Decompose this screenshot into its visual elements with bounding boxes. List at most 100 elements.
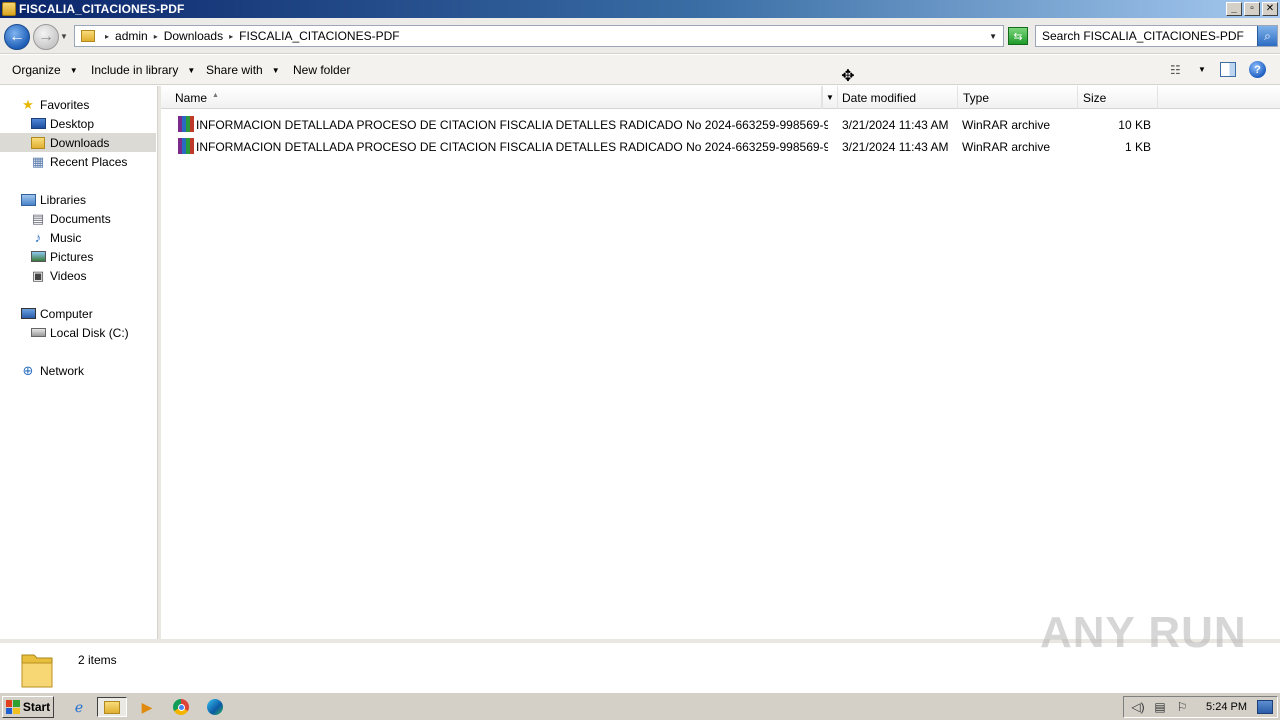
show-desktop-icon[interactable]	[1257, 700, 1273, 714]
chevron-down-icon: ▼	[69, 65, 78, 75]
network-tray-icon[interactable]: ▤	[1152, 700, 1168, 714]
internet-explorer-icon[interactable]: ℯ	[68, 697, 90, 717]
search-input[interactable]: Search FISCALIA_CITACIONES-PDF ⌕	[1035, 25, 1278, 47]
refresh-button[interactable]: ⇆	[1008, 27, 1028, 45]
file-list-pane: Name ▲ ▼ Date modified Type Size INFORMA…	[161, 86, 1280, 639]
title-bar: FISCALIA_CITACIONES-PDF _ ▫ ✕	[0, 0, 1280, 18]
nav-documents-label: Documents	[50, 211, 111, 226]
arrow-left-icon: ←	[9, 28, 25, 45]
search-icon[interactable]: ⌕	[1257, 26, 1277, 46]
nav-videos-label: Videos	[50, 268, 87, 283]
chevron-down-icon[interactable]: ▼	[1198, 65, 1206, 74]
refresh-icon: ⇆	[1013, 30, 1023, 43]
folder-icon	[81, 30, 95, 42]
nav-downloads-label: Downloads	[50, 135, 110, 150]
organize-button[interactable]: Organize ▼	[12, 63, 78, 77]
breadcrumb-admin[interactable]: admin	[115, 29, 148, 43]
help-icon[interactable]: ?	[1249, 61, 1266, 78]
chrome-icon[interactable]	[170, 697, 192, 717]
minimize-button[interactable]: _	[1226, 2, 1242, 16]
network-icon: ⊕	[22, 362, 34, 378]
action-center-flag-icon[interactable]: ⚐	[1174, 700, 1190, 714]
star-icon: ★	[22, 96, 34, 112]
column-headers: Name ▲ ▼ Date modified Type Size	[161, 86, 1280, 109]
chevron-right-icon[interactable]: ▸	[229, 32, 233, 41]
breadcrumb-downloads[interactable]: Downloads	[164, 29, 223, 43]
address-bar[interactable]: ▸ admin ▸ Downloads ▸ FISCALIA_CITACIONE…	[74, 25, 1004, 47]
chevron-down-icon: ▼	[271, 65, 280, 75]
clock[interactable]: 5:24 PM	[1206, 701, 1247, 713]
nav-desktop-label: Desktop	[50, 116, 95, 131]
anyrun-watermark: ANY RUN	[1040, 608, 1247, 657]
column-header-size[interactable]: Size	[1078, 86, 1158, 109]
nav-videos[interactable]: ▣ Videos	[30, 266, 156, 285]
volume-icon[interactable]: ◁)	[1130, 700, 1146, 714]
nav-local-disk[interactable]: Local Disk (C:)	[30, 323, 156, 342]
file-date: 3/21/2024 11:43 AM	[842, 118, 949, 132]
nav-libraries[interactable]: Libraries	[20, 190, 156, 209]
resize-cursor-icon: ✥	[841, 68, 855, 85]
music-icon: ♪	[34, 230, 42, 245]
sort-ascending-icon: ▲	[212, 92, 219, 99]
libraries-icon	[20, 192, 36, 208]
nav-desktop[interactable]: Desktop	[30, 114, 156, 133]
nav-recent-places-label: Recent Places	[50, 154, 128, 169]
forward-button[interactable]: →	[33, 24, 59, 50]
chevron-down-icon: ▼	[187, 65, 196, 75]
new-folder-button[interactable]: New folder	[293, 63, 350, 77]
nav-music-label: Music	[50, 230, 82, 245]
nav-documents[interactable]: ▤ Documents	[30, 209, 156, 228]
nav-pictures[interactable]: Pictures	[30, 247, 156, 266]
navigation-pane: ★ Favorites Desktop Downloads ▦ Recent P…	[0, 86, 158, 639]
address-row: ← → ▼ ▸ admin ▸ Downloads ▸ FISCALIA_CIT…	[0, 18, 1280, 54]
nav-computer[interactable]: Computer	[20, 304, 156, 323]
nav-downloads[interactable]: Downloads	[0, 133, 156, 152]
file-row[interactable]: INFORMACION DETALLADA PROCESO DE CITACIO…	[161, 137, 1161, 159]
media-player-icon[interactable]: ▶	[136, 697, 158, 717]
preview-pane-icon[interactable]	[1220, 62, 1236, 77]
computer-icon	[20, 306, 36, 322]
file-type: WinRAR archive	[962, 140, 1051, 154]
chevron-right-icon[interactable]: ▸	[154, 32, 158, 41]
file-size: 10 KB	[1118, 118, 1151, 132]
file-explorer-taskbar-button[interactable]	[97, 697, 127, 717]
maximize-button[interactable]: ▫	[1244, 2, 1260, 16]
winrar-archive-icon	[178, 138, 194, 154]
nav-recent-places[interactable]: ▦ Recent Places	[30, 152, 156, 171]
start-button[interactable]: Start	[2, 696, 54, 718]
item-count: 2 items	[78, 653, 117, 667]
new-folder-label: New folder	[293, 63, 351, 77]
edge-icon[interactable]	[204, 697, 226, 717]
include-in-library-label: Include in library	[91, 63, 179, 77]
nav-music[interactable]: ♪ Music	[30, 228, 156, 247]
share-with-button[interactable]: Share with ▼	[206, 63, 280, 77]
column-size-label: Size	[1083, 90, 1107, 105]
file-name: INFORMACION DETALLADA PROCESO DE CITACIO…	[196, 140, 828, 154]
recent-pages-dropdown[interactable]: ▼	[60, 32, 68, 41]
arrow-right-icon: →	[38, 28, 54, 45]
close-button[interactable]: ✕	[1262, 2, 1278, 16]
file-size: 1 KB	[1124, 140, 1151, 154]
column-header-type[interactable]: Type	[958, 86, 1078, 109]
back-button[interactable]: ←	[4, 24, 30, 50]
chevron-down-icon[interactable]: ▼	[989, 32, 997, 41]
nav-favorites[interactable]: ★ Favorites	[20, 95, 156, 114]
command-bar: Organize ▼ Include in library ▼ Share with…	[0, 55, 1280, 85]
view-options-icon[interactable]: ☷	[1170, 63, 1186, 77]
column-filter-dropdown[interactable]: ▼	[822, 86, 838, 109]
column-type-label: Type	[963, 90, 990, 105]
videos-icon: ▣	[31, 267, 45, 283]
include-in-library-button[interactable]: Include in library ▼	[91, 63, 195, 77]
breadcrumb-current-folder[interactable]: FISCALIA_CITACIONES-PDF	[239, 29, 399, 43]
nav-computer-label: Computer	[40, 306, 93, 321]
nav-network[interactable]: ⊕ Network	[20, 361, 156, 380]
window-title: FISCALIA_CITACIONES-PDF	[19, 2, 185, 16]
folder-icon	[21, 654, 53, 688]
taskbar: Start ℯ ▶ ◁) ▤ ⚐ 5:24 PM	[0, 692, 1280, 720]
chevron-right-icon[interactable]: ▸	[105, 32, 109, 41]
folder-icon	[104, 700, 120, 714]
column-header-name[interactable]: Name ▲	[161, 86, 822, 109]
search-placeholder: Search FISCALIA_CITACIONES-PDF	[1042, 29, 1244, 43]
file-row[interactable]: INFORMACION DETALLADA PROCESO DE CITACIO…	[161, 115, 1161, 137]
column-header-date-modified[interactable]: Date modified	[837, 86, 958, 109]
